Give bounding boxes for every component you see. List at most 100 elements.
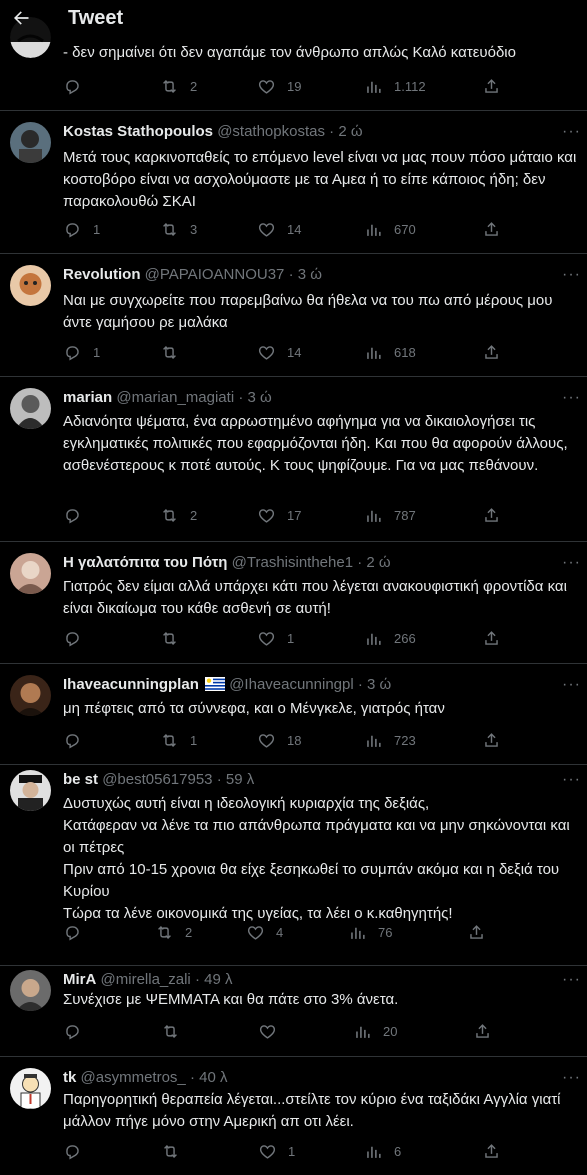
tweet-1[interactable]: Kostas Stathopoulos @stathopkostas · 2 ώ… <box>0 110 587 254</box>
share-button[interactable] <box>482 731 501 750</box>
display-name[interactable]: Kostas Stathopoulos <box>63 123 213 140</box>
share-icon <box>485 222 498 236</box>
like-button[interactable]: 14 <box>257 343 301 362</box>
avatar[interactable] <box>10 265 51 306</box>
retweet-button[interactable] <box>161 1142 191 1161</box>
more-options-icon[interactable]: ··· <box>562 771 581 789</box>
back-button[interactable] <box>8 5 34 31</box>
user-handle[interactable]: @PAPAIOANNOU37 <box>145 266 285 283</box>
views-button[interactable]: 787 <box>364 506 416 525</box>
timestamp[interactable]: 2 ώ <box>366 554 390 571</box>
like-button[interactable] <box>258 1022 288 1041</box>
retweet-button[interactable] <box>160 343 190 362</box>
more-options-icon[interactable]: ··· <box>562 971 581 989</box>
retweet-button[interactable] <box>160 629 190 648</box>
like-button[interactable]: 1 <box>257 629 294 648</box>
like-button[interactable]: 17 <box>257 506 301 525</box>
like-button[interactable]: 1 <box>258 1142 295 1161</box>
user-handle[interactable]: @Ihaveacunningpl <box>229 676 353 693</box>
retweet-button[interactable]: 3 <box>160 220 197 239</box>
tweet-4[interactable]: Η γαλατόπιτα του Πότη @Trashisinthehe1 ·… <box>0 541 587 664</box>
share-button[interactable] <box>482 343 501 362</box>
timestamp[interactable]: 40 λ <box>199 1069 227 1086</box>
reply-button[interactable] <box>63 506 93 525</box>
tweet-7[interactable]: MirA @mirella_zali · 49 λ ··· Συνέχισε μ… <box>0 965 587 1057</box>
retweet-button[interactable]: 2 <box>160 77 197 96</box>
user-handle[interactable]: @Trashisinthehe1 <box>232 554 353 571</box>
timestamp[interactable]: 2 ώ <box>338 123 362 140</box>
user-handle[interactable]: @best05617953 <box>102 771 212 788</box>
user-handle[interactable]: @mirella_zali <box>101 971 191 988</box>
views-button[interactable]: 670 <box>364 220 416 239</box>
views-button[interactable]: 1.112 <box>364 77 426 96</box>
display-name[interactable]: marian <box>63 389 112 406</box>
retweet-button[interactable]: 2 <box>160 506 197 525</box>
more-options-icon[interactable]: ··· <box>562 554 581 572</box>
like-button[interactable]: 14 <box>257 220 301 239</box>
avatar[interactable] <box>10 770 51 811</box>
like-button[interactable]: 4 <box>246 923 283 942</box>
views-button[interactable]: 20 <box>353 1022 397 1041</box>
share-button[interactable] <box>473 1022 492 1041</box>
avatar[interactable] <box>10 388 51 429</box>
retweet-button[interactable] <box>161 1022 191 1041</box>
avatar[interactable] <box>10 553 51 594</box>
share-button[interactable] <box>482 1142 501 1161</box>
views-icon <box>351 927 365 939</box>
reply-button[interactable]: 1 <box>63 220 100 239</box>
views-button[interactable]: 6 <box>364 1142 401 1161</box>
uruguay-flag-icon <box>205 677 226 691</box>
display-name[interactable]: Ihaveacunningplan <box>63 676 199 693</box>
reply-button[interactable]: 1 <box>63 343 100 362</box>
tweet-8[interactable]: tk @asymmetros_ · 40 λ ··· Παρηγορητική … <box>0 1056 587 1175</box>
more-options-icon[interactable]: ··· <box>562 389 581 407</box>
display-name[interactable]: tk <box>63 1069 76 1086</box>
timestamp[interactable]: 59 λ <box>226 771 254 788</box>
reply-button[interactable] <box>63 923 93 942</box>
avatar[interactable] <box>10 970 51 1011</box>
user-handle[interactable]: @marian_magiati <box>116 389 234 406</box>
share-button[interactable] <box>482 506 501 525</box>
more-options-icon[interactable]: ··· <box>562 266 581 284</box>
share-button[interactable] <box>482 77 501 96</box>
reply-button[interactable] <box>63 731 93 750</box>
share-button[interactable] <box>482 629 501 648</box>
views-button[interactable]: 723 <box>364 731 416 750</box>
avatar[interactable] <box>10 675 51 716</box>
views-button[interactable]: 266 <box>364 629 416 648</box>
reply-button[interactable] <box>63 77 93 96</box>
views-button[interactable]: 76 <box>348 923 392 942</box>
retweet-button[interactable]: 2 <box>155 923 192 942</box>
reply-button[interactable] <box>63 1142 93 1161</box>
like-button[interactable]: 18 <box>257 731 301 750</box>
display-name[interactable]: MirA <box>63 971 96 988</box>
tweet-6[interactable]: be st @best05617953 · 59 λ ··· Δυστυχώς … <box>0 764 587 966</box>
share-button[interactable] <box>467 923 486 942</box>
reply-button[interactable] <box>63 629 93 648</box>
user-handle[interactable]: @stathopkostas <box>217 123 325 140</box>
retweet-button[interactable]: 1 <box>160 731 197 750</box>
avatar[interactable] <box>10 1068 51 1109</box>
display-name[interactable]: Η γαλατόπιτα του Πότη <box>63 554 227 571</box>
tweet-actions: 2 19 1.112 <box>63 77 583 99</box>
more-options-icon[interactable]: ··· <box>562 676 581 694</box>
display-name[interactable]: Revolution <box>63 266 141 283</box>
user-handle[interactable]: @asymmetros_ <box>81 1069 186 1086</box>
display-name[interactable]: be st <box>63 771 98 788</box>
timestamp[interactable]: 3 ώ <box>367 676 391 693</box>
more-options-icon[interactable]: ··· <box>562 123 581 141</box>
timestamp[interactable]: 49 λ <box>204 971 232 988</box>
timestamp[interactable]: 3 ώ <box>298 266 322 283</box>
views-button[interactable]: 618 <box>364 343 416 362</box>
share-button[interactable] <box>482 220 501 239</box>
tweet-5[interactable]: Ihaveacunningplan @Ihaveacunningpl · 3 ώ… <box>0 663 587 765</box>
tweet-2[interactable]: Revolution @PAPAIOANNOU37 · 3 ώ ··· Ναι … <box>0 253 587 377</box>
views-icon <box>367 347 381 359</box>
like-button[interactable]: 19 <box>257 77 301 96</box>
avatar[interactable] <box>10 122 51 163</box>
timestamp[interactable]: 3 ώ <box>248 389 272 406</box>
tweet-3[interactable]: marian @marian_magiati · 3 ώ ··· Αδιανόη… <box>0 376 587 542</box>
more-options-icon[interactable]: ··· <box>562 1069 581 1087</box>
reply-button[interactable] <box>63 1022 93 1041</box>
page-title: Tweet <box>68 7 124 29</box>
